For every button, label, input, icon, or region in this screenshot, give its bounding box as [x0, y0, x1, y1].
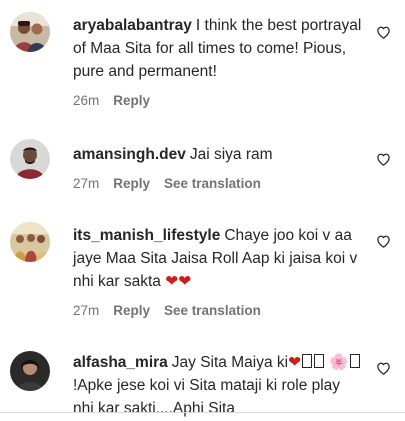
- comment-username[interactable]: aryabalabantray: [73, 17, 192, 34]
- reply-button[interactable]: Reply: [113, 176, 150, 191]
- comment-text: Jai siya ram: [189, 146, 273, 163]
- comment-timestamp: 27m: [73, 303, 100, 318]
- divider: [0, 412, 405, 413]
- comment-body: amansingh.dev Jai siya ram: [73, 143, 365, 166]
- red-heart-emoji: ❤❤: [165, 273, 192, 290]
- unknown-glyph-icon: [314, 354, 325, 368]
- heart-outline-icon[interactable]: [376, 234, 391, 249]
- avatar[interactable]: [10, 222, 50, 262]
- unknown-glyph-icon: [302, 354, 313, 368]
- comment-username[interactable]: amansingh.dev: [73, 146, 186, 163]
- comment-body: alfasha_mira Jay Sita Maiya ki❤ 🌸 !Apke je…: [73, 351, 365, 420]
- comment-meta: 27m Reply See translation: [73, 303, 261, 318]
- avatar[interactable]: [10, 351, 50, 391]
- comment-meta: 26m Reply: [73, 93, 164, 108]
- comment-body: its_manish_lifestyle Chaye joo koi v aa j…: [73, 224, 365, 293]
- avatar[interactable]: [10, 12, 50, 52]
- unknown-glyph-icon: [349, 354, 360, 368]
- reply-button[interactable]: Reply: [113, 93, 150, 108]
- comment-body: aryabalabantray I think the best portraya…: [73, 14, 365, 83]
- heart-outline-icon[interactable]: [376, 152, 391, 167]
- heart-outline-icon[interactable]: [376, 25, 391, 40]
- comment-username[interactable]: alfasha_mira: [73, 354, 168, 371]
- comment-meta: 27m Reply See translation: [73, 176, 261, 191]
- heart-outline-icon[interactable]: [376, 361, 391, 376]
- reply-button[interactable]: Reply: [113, 303, 150, 318]
- flower-emoji: 🌸: [329, 354, 349, 371]
- see-translation-button[interactable]: See translation: [164, 303, 261, 318]
- comment-timestamp: 27m: [73, 176, 100, 191]
- comment-timestamp: 26m: [73, 93, 100, 108]
- comment-username[interactable]: its_manish_lifestyle: [73, 227, 220, 244]
- comment-text: !Apke jese koi vi Sita mataji ki role pl…: [73, 377, 341, 417]
- red-heart-emoji: ❤: [288, 354, 302, 371]
- see-translation-button[interactable]: See translation: [164, 176, 261, 191]
- avatar[interactable]: [10, 139, 50, 179]
- comment-text: Jay Sita Maiya ki: [171, 354, 289, 371]
